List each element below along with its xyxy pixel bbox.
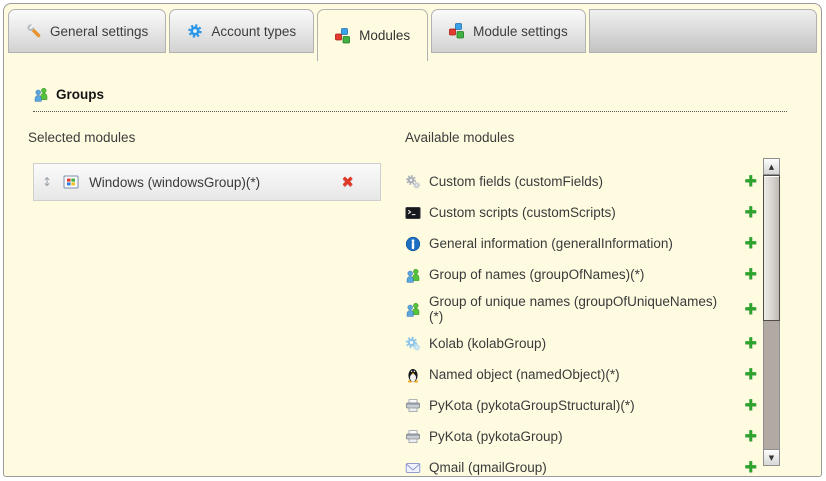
- selected-module-label: Windows (windowsGroup)(*): [89, 175, 341, 190]
- available-module-row: PyKota (pykotaGroup) ✚: [405, 421, 761, 452]
- tab-label: Module settings: [473, 24, 568, 39]
- penguin-icon: [405, 367, 421, 383]
- scrollbar-thumb[interactable]: [763, 175, 780, 321]
- available-module-label: Group of names (groupOfNames)(*): [429, 267, 644, 282]
- add-module-icon[interactable]: ✚: [744, 205, 757, 220]
- available-module-row: Group of names (groupOfNames)(*) ✚: [405, 259, 761, 290]
- printer-icon: [405, 429, 421, 445]
- section-title: Groups: [56, 87, 104, 102]
- available-module-label: PyKota (pykotaGroup): [429, 429, 563, 444]
- add-module-icon[interactable]: ✚: [744, 267, 757, 282]
- group-icon: [405, 301, 421, 317]
- info-icon: [405, 236, 421, 252]
- drag-handle-icon[interactable]: ↕: [42, 175, 52, 189]
- available-module-row: PyKota (pykotaGroupStructural)(*) ✚: [405, 390, 761, 421]
- selected-modules-heading: Selected modules: [28, 130, 135, 145]
- scroll-down-button[interactable]: ▼: [763, 449, 780, 466]
- account-gear-icon: [187, 23, 203, 39]
- add-module-icon[interactable]: ✚: [744, 336, 757, 351]
- scroll-up-button[interactable]: ▲: [763, 158, 780, 175]
- tab-label: General settings: [50, 24, 148, 39]
- printer-icon: [405, 398, 421, 414]
- available-module-row: Qmail (qmailGroup) ✚: [405, 452, 761, 477]
- selected-module-row[interactable]: ↕ Windows (windowsGroup)(*) ✖: [33, 163, 381, 201]
- tab-bar: General settings Account types Modules: [8, 9, 817, 53]
- tab-label: Modules: [359, 28, 410, 43]
- scroll-down-arrow-icon: ▼: [769, 454, 774, 462]
- add-module-icon[interactable]: ✚: [744, 302, 757, 317]
- tab-module-settings[interactable]: Module settings: [431, 9, 586, 53]
- tab-bar-filler: [589, 9, 817, 53]
- add-module-icon[interactable]: ✚: [744, 174, 757, 189]
- available-module-label: Custom scripts (customScripts): [429, 205, 616, 220]
- add-module-icon[interactable]: ✚: [744, 398, 757, 413]
- add-module-icon[interactable]: ✚: [744, 460, 757, 475]
- add-module-icon[interactable]: ✚: [744, 367, 757, 382]
- modules-settings-panel: General settings Account types Modules: [3, 3, 822, 477]
- tab-account-types[interactable]: Account types: [169, 9, 314, 53]
- gears-icon: [405, 174, 421, 190]
- envelope-icon: [405, 460, 421, 476]
- windows-icon: [63, 174, 79, 190]
- wrench-icon: [26, 23, 42, 39]
- available-module-row: Custom fields (customFields) ✚: [405, 166, 761, 197]
- available-module-label: Custom fields (customFields): [429, 174, 603, 189]
- available-module-row: Kolab (kolabGroup) ✚: [405, 328, 761, 359]
- available-module-label: Group of unique names (groupOfUniqueName…: [429, 294, 721, 324]
- groups-icon: [33, 86, 49, 102]
- tab-general-settings[interactable]: General settings: [8, 9, 166, 53]
- tab-modules[interactable]: Modules: [317, 9, 428, 61]
- available-module-row: Named object (namedObject)(*) ✚: [405, 359, 761, 390]
- available-module-row: General information (generalInformation)…: [405, 228, 761, 259]
- modules-blocks-icon: [335, 28, 351, 44]
- group-icon: [405, 267, 421, 283]
- terminal-icon: [405, 205, 421, 221]
- add-module-icon[interactable]: ✚: [744, 429, 757, 444]
- available-module-row: Custom scripts (customScripts) ✚: [405, 197, 761, 228]
- available-modules-list: Custom fields (customFields) ✚ Custom sc…: [405, 166, 761, 477]
- scroll-up-arrow-icon: ▲: [769, 163, 774, 171]
- modules-blocks-icon: [449, 23, 465, 39]
- add-module-icon[interactable]: ✚: [744, 236, 757, 251]
- scrollbar-track[interactable]: [763, 321, 780, 449]
- available-module-row: Group of unique names (groupOfUniqueName…: [405, 290, 761, 328]
- remove-module-icon[interactable]: ✖: [341, 175, 354, 190]
- available-modules-scrollbar[interactable]: ▲ ▼: [763, 158, 780, 466]
- available-module-label: Named object (namedObject)(*): [429, 367, 620, 382]
- available-module-label: General information (generalInformation): [429, 236, 673, 251]
- groups-section-header: Groups: [33, 86, 787, 112]
- available-module-label: Kolab (kolabGroup): [429, 336, 546, 351]
- available-modules-heading: Available modules: [405, 130, 514, 145]
- available-module-label: Qmail (qmailGroup): [429, 460, 547, 475]
- kolab-gear-icon: [405, 336, 421, 352]
- available-module-label: PyKota (pykotaGroupStructural)(*): [429, 398, 635, 413]
- tab-label: Account types: [211, 24, 296, 39]
